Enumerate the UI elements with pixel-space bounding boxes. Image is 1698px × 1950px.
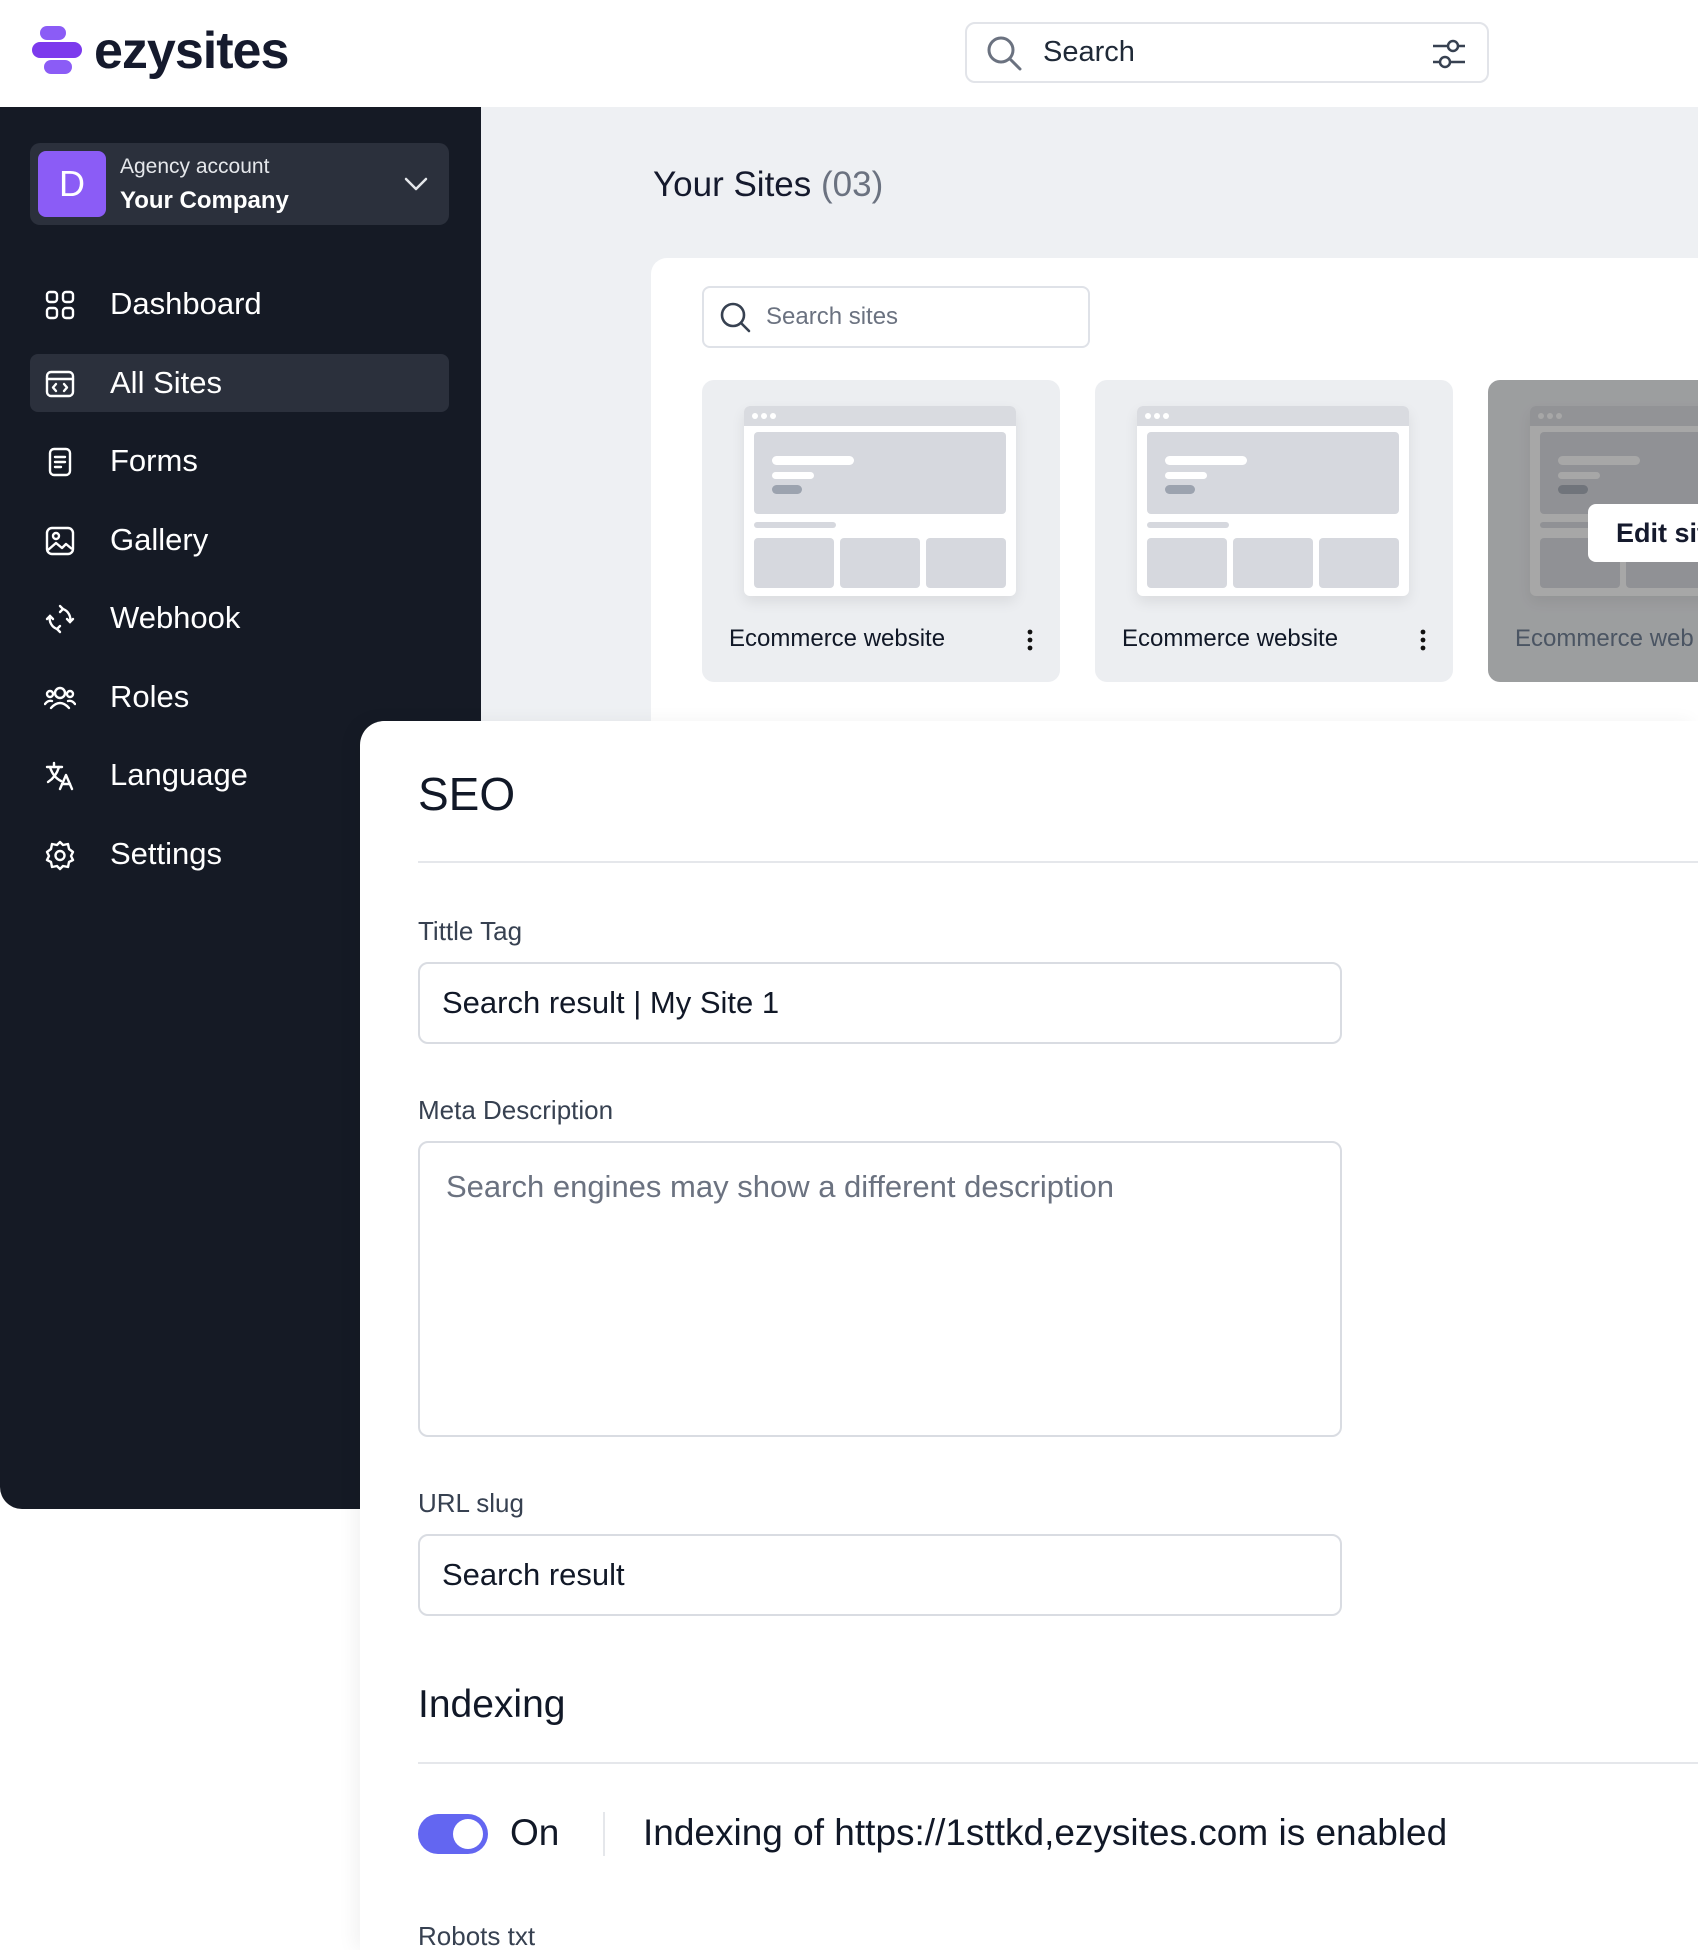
site-thumbnail (744, 406, 1016, 596)
users-icon (44, 686, 76, 709)
search-sites-placeholder: Search sites (766, 303, 899, 330)
browser-code-icon (45, 370, 75, 397)
toggle-knob (453, 1819, 483, 1849)
account-avatar: D (38, 151, 106, 217)
site-thumbnail (1137, 406, 1409, 596)
seo-panel: SEO Tittle Tag Search result | My Site 1… (360, 721, 1698, 1950)
sidebar-item-forms[interactable]: Forms (30, 432, 449, 490)
sidebar-item-label: Gallery (110, 521, 209, 557)
site-name: Ecommerce web (1515, 625, 1694, 652)
sidebar-item-gallery[interactable]: Gallery (30, 511, 449, 569)
account-name: Your Company (120, 187, 289, 214)
robots-txt-label: Robots txt (418, 1921, 536, 1950)
account-switcher[interactable]: D Agency account Your Company (30, 143, 449, 225)
translate-icon (45, 761, 74, 791)
separator (603, 1812, 605, 1856)
sidebar-item-label: Language (110, 757, 248, 792)
page-title: Your Sites (03) (653, 165, 883, 205)
indexing-status-message: Indexing of https://1sttkd,ezysites.com … (643, 1812, 1448, 1853)
site-name: Ecommerce website (1122, 625, 1339, 652)
gear-icon (45, 840, 75, 870)
sidebar-item-webhook[interactable]: Webhook (30, 589, 449, 647)
more-options-icon[interactable] (1419, 628, 1427, 652)
meta-description-label: Meta Description (418, 1095, 614, 1125)
sidebar-item-label: Roles (110, 678, 190, 714)
search-icon (987, 36, 1022, 70)
ezysites-logo-icon (32, 26, 82, 74)
site-card[interactable]: Ecommerce website (1095, 380, 1453, 682)
sidebar-item-label: All Sites (110, 364, 222, 400)
url-slug-input[interactable]: Search result (418, 1534, 1342, 1616)
global-search-placeholder: Search (1043, 36, 1135, 68)
more-options-icon[interactable] (1026, 628, 1034, 652)
brand-name: ezysites (94, 22, 289, 80)
webhook-icon (45, 604, 75, 634)
sidebar-item-label: Forms (110, 443, 198, 478)
page-title-text: Your Sites (653, 165, 812, 204)
sites-overview: Your Sites (03) Search sites Ecommerce w… (481, 107, 1698, 721)
search-sites-input[interactable]: Search sites (702, 286, 1090, 348)
account-type: Agency account (120, 155, 270, 178)
sidebar-item-label: Webhook (110, 600, 241, 635)
grid-icon (45, 290, 75, 320)
indexing-title: Indexing (418, 1683, 566, 1726)
sidebar-item-roles[interactable]: Roles (30, 668, 449, 726)
ezysites-logo[interactable]: ezysites (30, 22, 289, 80)
divider (418, 861, 1698, 863)
image-icon (45, 526, 75, 555)
title-tag-label: Tittle Tag (418, 916, 523, 946)
indexing-toggle[interactable] (418, 1814, 488, 1854)
chevron-down-icon[interactable] (401, 169, 431, 199)
toggle-label: On (510, 1812, 560, 1853)
seo-title: SEO (418, 768, 516, 820)
title-tag-input[interactable]: Search result | My Site 1 (418, 962, 1342, 1044)
top-bar: ezysites Search (0, 0, 1698, 107)
filter-sliders-icon[interactable] (1431, 36, 1467, 72)
sites-count: (03) (821, 165, 884, 204)
site-card[interactable]: Ecommerce website (702, 380, 1060, 682)
sidebar-item-label: Dashboard (110, 286, 262, 321)
edit-site-button[interactable]: Edit sit (1588, 504, 1698, 562)
document-icon (48, 447, 72, 477)
sidebar-item-all-sites[interactable]: All Sites (30, 353, 449, 412)
search-icon (720, 302, 751, 333)
site-thumbnail (1530, 406, 1698, 596)
site-name: Ecommerce website (729, 625, 946, 652)
sidebar-item-dashboard[interactable]: Dashboard (30, 275, 449, 333)
meta-description-textarea[interactable]: Search engines may show a different desc… (418, 1141, 1342, 1437)
site-card-hovered[interactable]: Edit sit Ecommerce web (1488, 380, 1698, 682)
global-search-input[interactable]: Search (965, 22, 1489, 83)
url-slug-label: URL slug (418, 1488, 524, 1518)
sidebar-item-label: Settings (110, 835, 223, 871)
divider (418, 1762, 1698, 1764)
sites-panel: Search sites Ecommerce website Ecommerce… (651, 258, 1698, 721)
